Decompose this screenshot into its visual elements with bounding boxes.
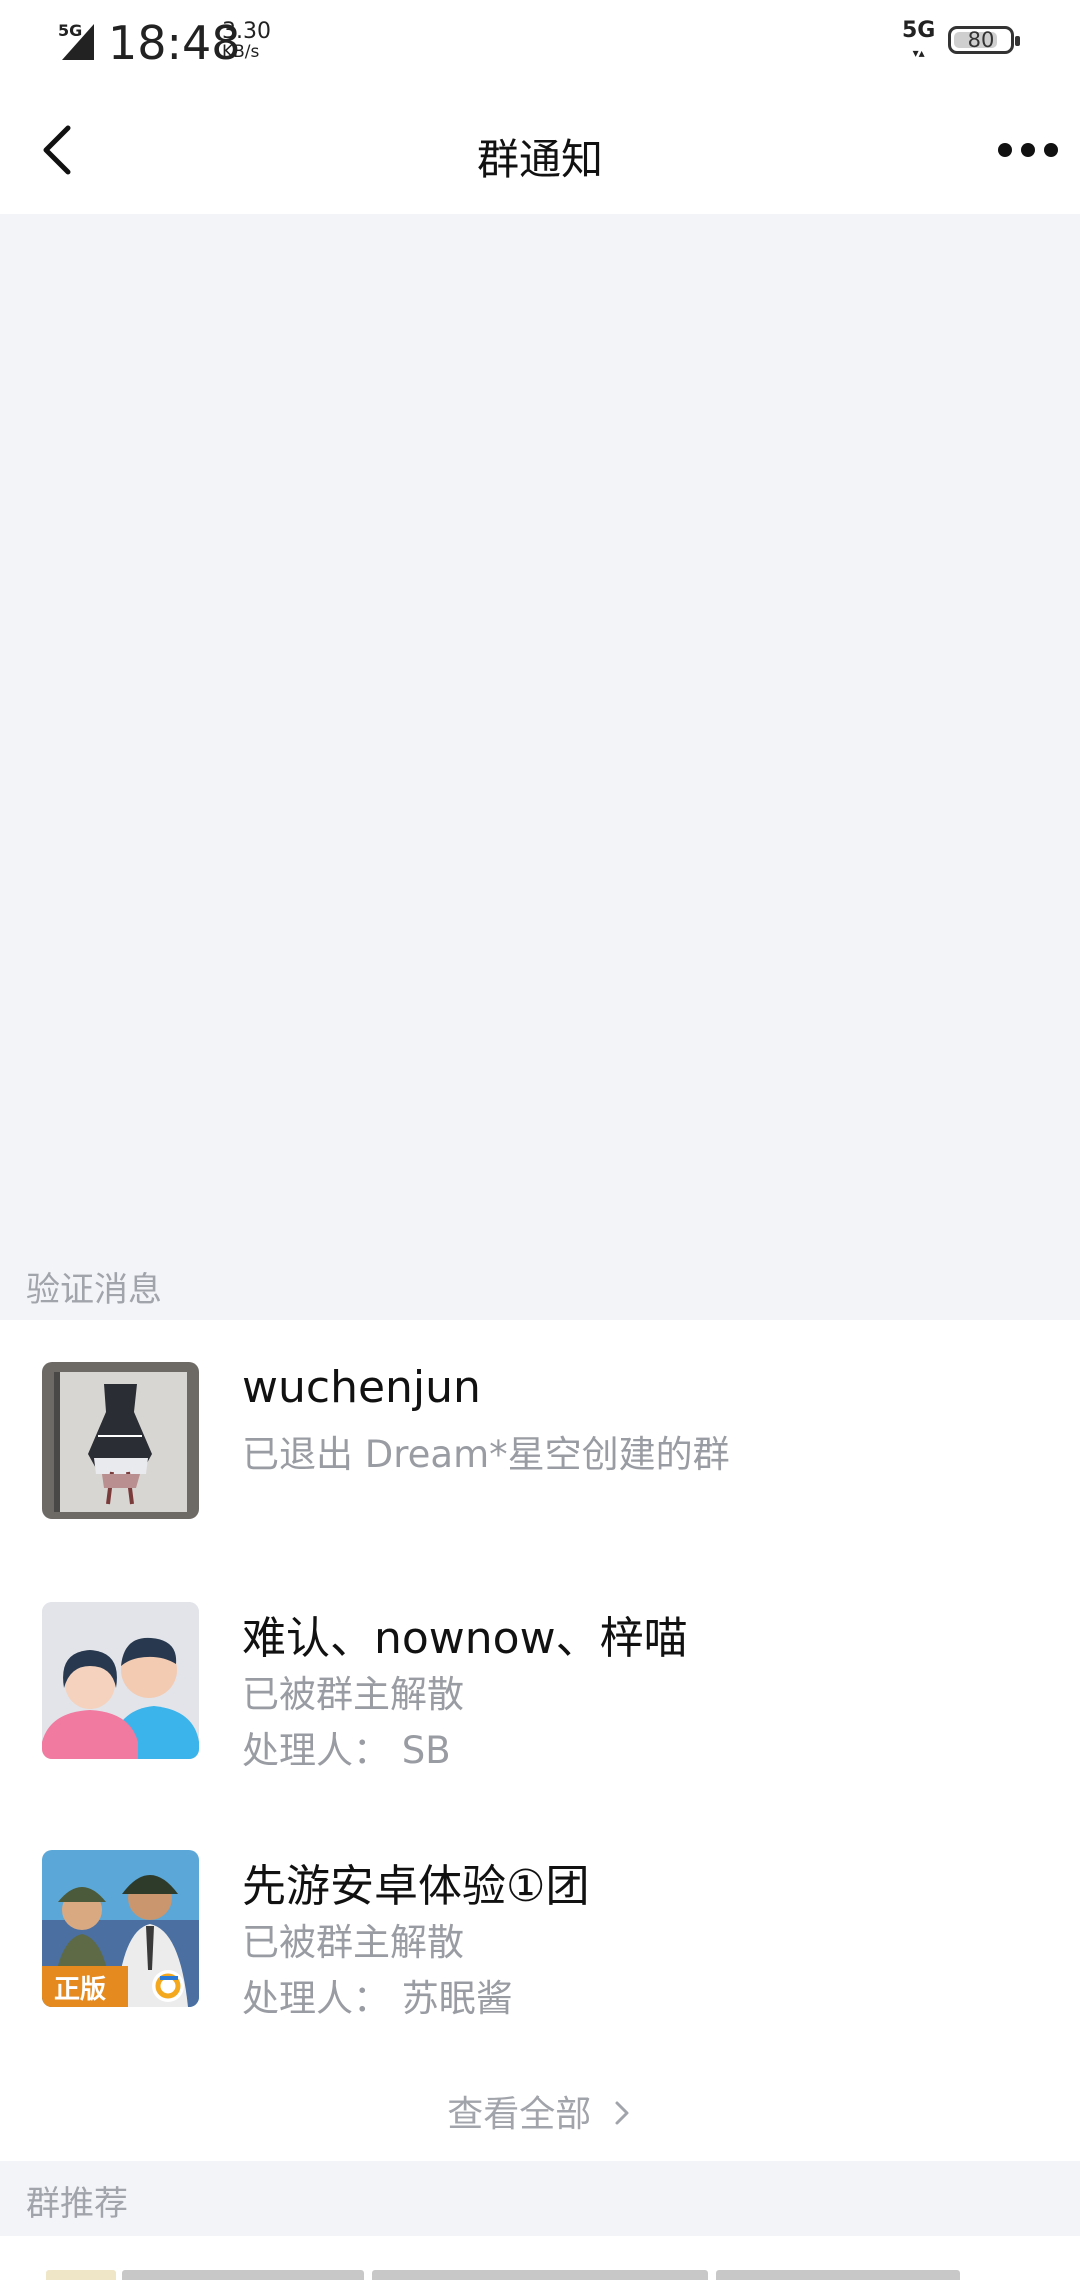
page-title: 群通知 — [476, 135, 603, 184]
notice-status: 已被群主解散 — [242, 1673, 464, 1716]
chevron-right-icon — [615, 2101, 629, 2125]
battery-level: 80 — [967, 28, 995, 52]
signal-icon: 5G — [58, 21, 94, 60]
network-speed: 3.30 KB/s — [222, 19, 271, 63]
recommend-section-label: 群推荐 — [26, 2184, 128, 2224]
status-time: 18:48 — [108, 16, 241, 70]
notice-title: wuchenjun — [242, 1362, 481, 1413]
recommend-card[interactable] — [716, 2270, 960, 2280]
status-bar: 5G 18:48 3.30 KB/s 5G ▾▴ 80 — [0, 0, 1080, 90]
speed-unit: KB/s — [222, 42, 260, 62]
game-cover-image: 正版 — [42, 1850, 199, 2007]
notice-item-group-3[interactable]: 正版 先游安卓体验①团 已被群主解散 处理人： 苏眠酱 — [0, 1850, 1080, 2050]
game-badge-text: 正版 — [54, 1975, 106, 2005]
avatar-photo[interactable] — [42, 1362, 199, 1519]
network-right: 5G ▾▴ — [902, 20, 935, 64]
recommend-card-edge[interactable] — [46, 2270, 116, 2280]
group-recommend-list — [0, 2236, 1080, 2280]
view-all-link[interactable]: 查看全部 — [0, 2085, 1080, 2137]
notice-list: wuchenjun 已退出 Dream*星空创建的群 难认、nownow、梓喵 … — [0, 1320, 1080, 2161]
nav-bar: 群通知 — [0, 90, 1080, 214]
notice-title: 难认、nownow、梓喵 — [242, 1613, 688, 1664]
notice-title: 先游安卓体验①团 — [242, 1861, 590, 1912]
recommend-card[interactable] — [122, 2270, 364, 2280]
notice-status: 已退出 Dream*星空创建的群 — [242, 1433, 730, 1476]
people-icon — [42, 1602, 199, 1759]
avatar-game-group[interactable]: 正版 — [42, 1850, 199, 2007]
battery-icon: 80 — [948, 26, 1020, 54]
notice-handler: 处理人： SB — [242, 1729, 451, 1772]
speed-value: 3.30 — [222, 19, 271, 44]
network-left-text: 5G — [58, 21, 82, 40]
data-arrows-icon: ▾▴ — [912, 46, 925, 60]
verification-section-label: 验证消息 — [26, 1270, 162, 1310]
dress-photo-image — [42, 1362, 199, 1519]
more-options-icon[interactable] — [996, 130, 1060, 170]
group-notifications-page: 5G 18:48 3.30 KB/s 5G ▾▴ 80 群通知 验证消息 wuc… — [0, 0, 1080, 2280]
view-all-label: 查看全部 — [447, 2094, 592, 2135]
network-right-label: 5G — [902, 18, 936, 43]
notice-item-group-2[interactable]: 难认、nownow、梓喵 已被群主解散 处理人： SB — [0, 1602, 1080, 1802]
notice-item-wuchenjun[interactable]: wuchenjun 已退出 Dream*星空创建的群 — [0, 1362, 1080, 1562]
notice-status: 已被群主解散 — [242, 1921, 464, 1964]
avatar-default-group[interactable] — [42, 1602, 199, 1759]
notice-handler: 处理人： 苏眠酱 — [242, 1977, 513, 2020]
recommend-card[interactable] — [372, 2270, 708, 2280]
